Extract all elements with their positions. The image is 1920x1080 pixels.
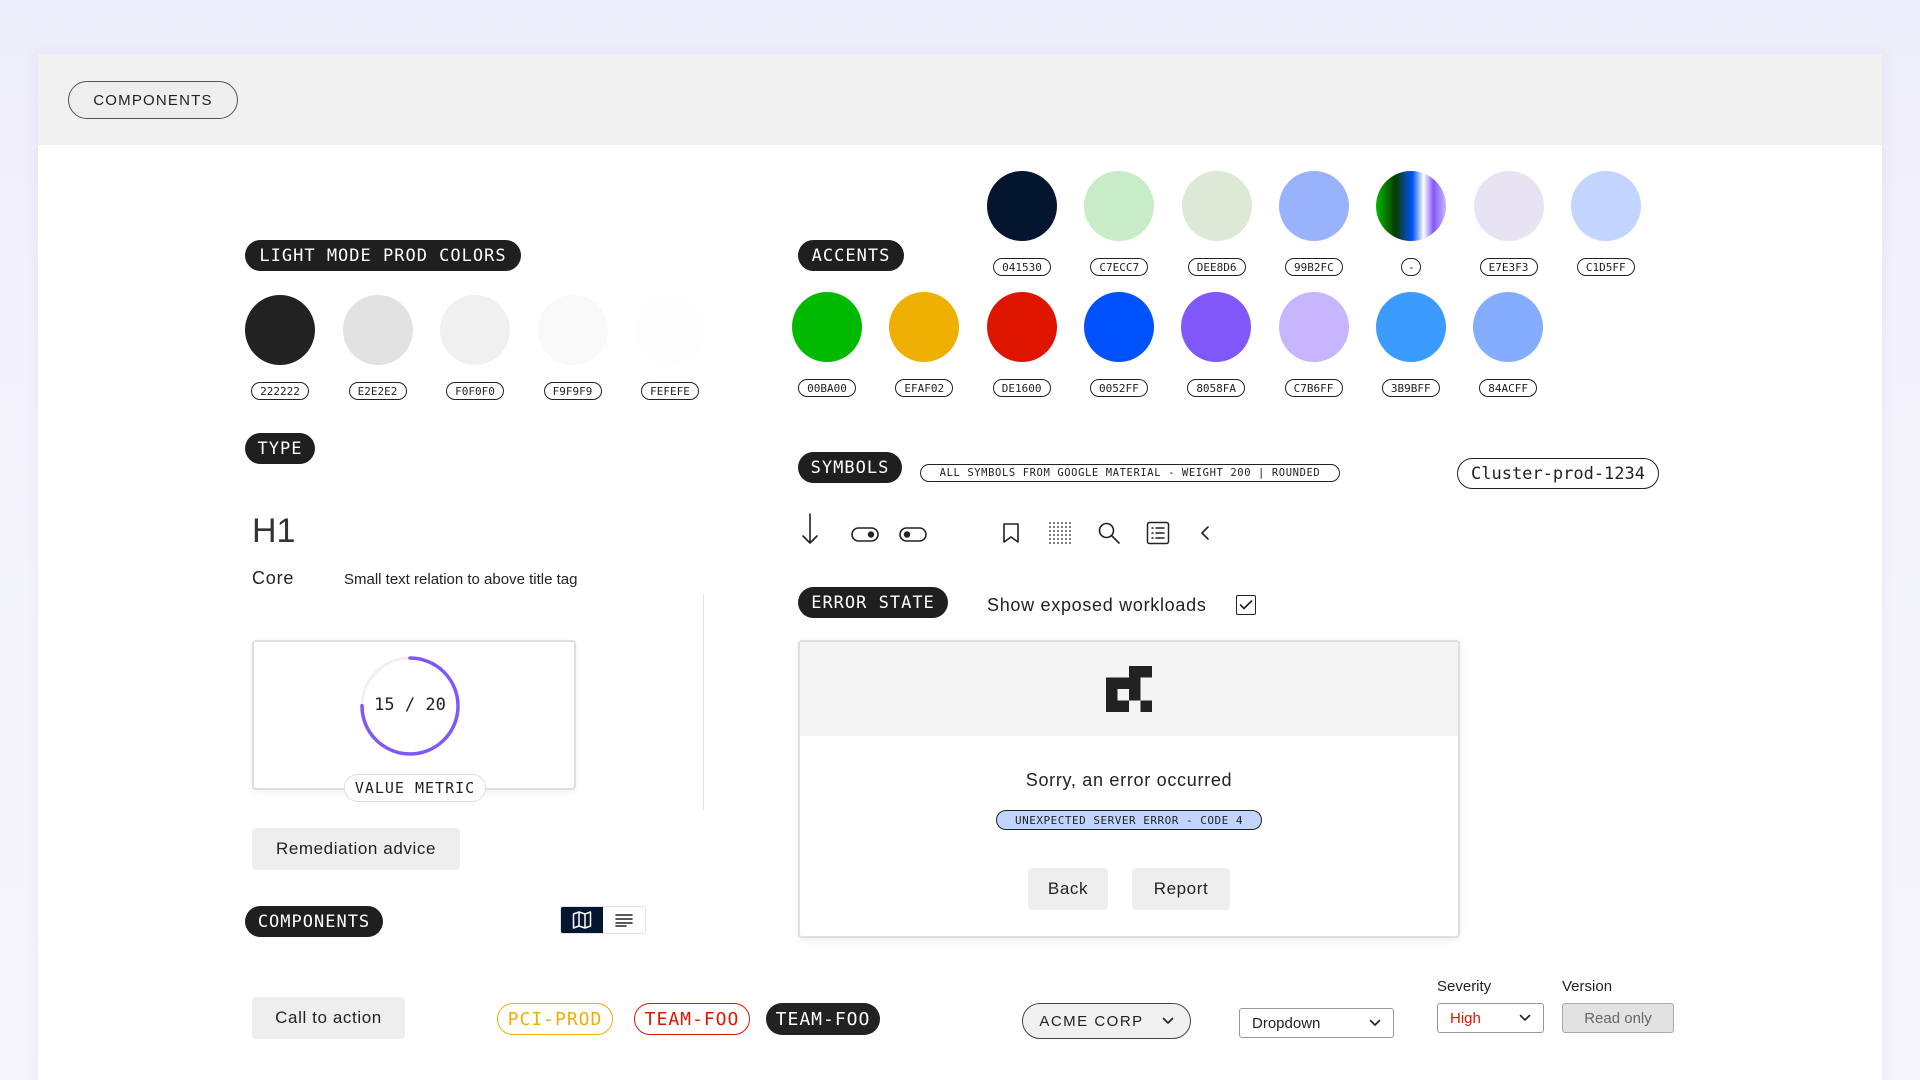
label-team-foo-outline[interactable]: TEAM-FOO xyxy=(634,1003,750,1035)
dropdown-select[interactable]: Dropdown xyxy=(1239,1008,1394,1038)
accent-row2-swatch-3 xyxy=(1083,292,1154,362)
accent-row2-swatch-7 xyxy=(1473,292,1544,362)
light-swatch-2 xyxy=(440,295,510,365)
chevron-down-icon xyxy=(1162,1017,1173,1024)
org-select[interactable]: ACME CORP xyxy=(1022,1003,1191,1039)
accent-row1-swatch-hex-6: C1D5FF xyxy=(1576,258,1635,276)
error-message: Sorry, an error occurred xyxy=(1025,770,1233,790)
accent-row2-swatch-1 xyxy=(889,292,960,362)
symbols-note: ALL SYMBOLS FROM GOOGLE MATERIAL - WEIGH… xyxy=(920,464,1340,482)
metric-value-text: 15 / 20 xyxy=(358,695,462,715)
severity-label: Severity xyxy=(1437,978,1492,995)
type-core-sample: Core xyxy=(252,568,295,588)
accent-row2-swatch-hex-1: EFAF02 xyxy=(895,379,954,397)
accent-row2-swatch-hex-0: 00BA00 xyxy=(798,379,856,397)
light-mode-colors-title: LIGHT MODE PROD COLORS xyxy=(245,240,521,271)
checkmark-icon xyxy=(1239,600,1253,610)
accent-row1-swatch-hex-2: DEE8D6 xyxy=(1187,258,1246,276)
version-readonly-field: Read only xyxy=(1562,1003,1674,1033)
bookmark-icon[interactable] xyxy=(996,518,1026,548)
back-button[interactable]: Back xyxy=(1028,868,1108,910)
accent-row2-swatch-0 xyxy=(792,292,862,362)
accent-row1-swatch-hex-5: E7E3F3 xyxy=(1479,258,1538,276)
board-header: COMPONENTS xyxy=(38,54,1882,145)
value-metric-label: VALUE METRIC xyxy=(344,774,486,802)
metric-total: 20 xyxy=(425,695,446,715)
accent-row1-swatch-hex-1: C7ECC7 xyxy=(1090,258,1149,276)
accent-row2-swatch-6 xyxy=(1375,292,1446,362)
accent-row2-swatch-hex-6: 3B9BFF xyxy=(1381,379,1440,397)
search-icon[interactable] xyxy=(1094,518,1124,548)
light-swatch-hex-0: 222222 xyxy=(251,382,309,400)
section-divider xyxy=(703,594,704,810)
chevron-down-icon xyxy=(1369,1019,1381,1026)
accent-row1-swatch-1 xyxy=(1084,171,1155,241)
accent-row2-swatch-hex-3: 0052FF xyxy=(1089,379,1148,397)
page-title: COMPONENTS xyxy=(68,81,238,119)
grid-icon[interactable] xyxy=(1045,518,1075,548)
report-button[interactable]: Report xyxy=(1132,868,1230,910)
accent-row2-swatch-hex-4: 8058FA xyxy=(1187,379,1246,397)
remediation-advice-button[interactable]: Remediation advice xyxy=(252,828,460,870)
severity-select[interactable]: High xyxy=(1437,1003,1544,1033)
accent-row1-swatch-0 xyxy=(987,171,1057,241)
logo-mark-icon xyxy=(1106,666,1152,712)
metric-value: 15 xyxy=(374,695,395,715)
accent-row1-swatch-6 xyxy=(1570,171,1641,241)
accent-row2-swatch-hex-2: DE1600 xyxy=(992,379,1051,397)
dropdown-value: Dropdown xyxy=(1252,1014,1321,1032)
light-swatch-hex-2: F0F0F0 xyxy=(446,382,504,400)
accents-title: ACCENTS xyxy=(798,240,904,271)
org-select-value: ACME CORP xyxy=(1039,1012,1144,1030)
components-title: COMPONENTS xyxy=(245,906,383,937)
type-h1-sample: H1 xyxy=(252,512,296,550)
light-swatch-hex-1: E2E2E2 xyxy=(348,382,407,400)
severity-value: High xyxy=(1450,1009,1481,1027)
map-view-button[interactable] xyxy=(561,907,603,933)
light-swatch-hex-3: F9F9F9 xyxy=(543,382,602,400)
label-pci-prod[interactable]: PCI-PROD xyxy=(497,1003,613,1035)
toggle-on-icon[interactable] xyxy=(850,520,880,550)
map-icon xyxy=(572,911,592,929)
accent-row1-swatch-5 xyxy=(1473,171,1544,241)
version-label: Version xyxy=(1562,978,1613,995)
accent-row2-swatch-hex-7: 84ACFF xyxy=(1479,379,1538,397)
toggle-off-icon[interactable] xyxy=(898,520,928,550)
accent-row1-swatch-hex-4: - xyxy=(1401,258,1422,276)
chevron-down-icon xyxy=(1519,1014,1531,1021)
error-code-badge: UNEXPECTED SERVER ERROR - CODE 4 xyxy=(996,810,1262,830)
accent-row1-swatch-4 xyxy=(1376,171,1447,241)
accent-row1-swatch-2 xyxy=(1181,171,1252,241)
metric-separator: / xyxy=(404,695,416,715)
view-toggle xyxy=(560,906,646,934)
light-swatch-4 xyxy=(635,295,705,365)
accent-row2-swatch-hex-5: C7B6FF xyxy=(1284,379,1343,397)
error-state-title: ERROR STATE xyxy=(798,587,948,618)
accent-row1-swatch-hex-0: 041530 xyxy=(993,258,1051,276)
show-exposed-workloads-label: Show exposed workloads xyxy=(987,595,1207,615)
type-small-sample: Small text relation to above title tag xyxy=(344,571,578,588)
accent-row1-swatch-3 xyxy=(1278,171,1349,241)
chevron-left-icon[interactable] xyxy=(1190,518,1220,548)
symbols-title: SYMBOLS xyxy=(798,452,902,483)
cluster-chip[interactable]: Cluster-prod-1234 xyxy=(1457,458,1659,489)
list-icon[interactable] xyxy=(1143,518,1173,548)
accent-row1-swatch-hex-3: 99B2FC xyxy=(1284,258,1343,276)
list-lines-icon xyxy=(615,914,633,927)
label-team-foo-filled[interactable]: TEAM-FOO xyxy=(766,1003,880,1035)
light-swatch-0 xyxy=(245,295,315,365)
light-swatch-1 xyxy=(342,295,413,365)
accent-row2-swatch-4 xyxy=(1181,292,1252,362)
arrow-downward-icon xyxy=(795,513,825,545)
call-to-action-button[interactable]: Call to action xyxy=(252,997,405,1039)
accent-row2-swatch-5 xyxy=(1278,292,1349,362)
show-exposed-workloads-checkbox[interactable] xyxy=(1236,595,1256,615)
light-swatch-3 xyxy=(537,295,608,365)
list-view-button[interactable] xyxy=(603,907,645,933)
light-swatch-hex-4: FEFEFE xyxy=(641,382,699,400)
type-title: TYPE xyxy=(245,433,315,464)
accent-row2-swatch-2 xyxy=(986,292,1057,362)
